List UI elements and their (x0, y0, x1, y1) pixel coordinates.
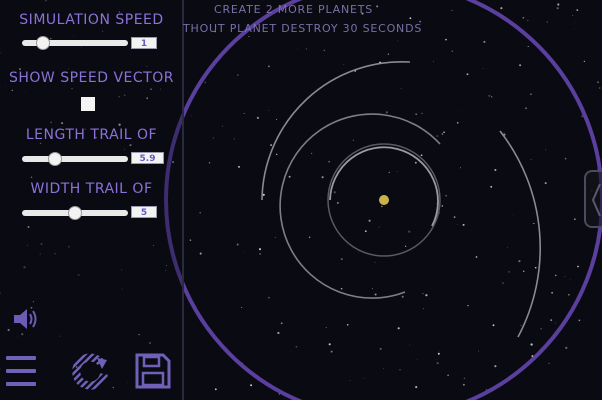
speaker-icon[interactable] (12, 306, 40, 332)
simulation-speed-value[interactable]: 1 (131, 37, 157, 49)
length-trail-label: LENGTH TRAIL OF (25, 127, 158, 143)
chevron-left-icon (591, 183, 601, 217)
show-speed-vector-checkbox[interactable] (81, 97, 95, 111)
control-panel (0, 0, 183, 400)
side-panel-handle[interactable] (584, 170, 602, 228)
show-speed-vector-label: SHOW SPEED VECTOR (9, 70, 174, 86)
hint-line-1: CREATE 2 MORE PLANETS (214, 3, 374, 16)
hint-line-2: THOUT PLANET DESTROY 30 SECONDS (183, 22, 423, 35)
reset-icon[interactable] (72, 352, 110, 390)
orbit-trail-outer (261, 60, 541, 338)
save-icon[interactable] (134, 352, 172, 390)
simulation-speed-label: SIMULATION SPEED (19, 12, 164, 28)
length-trail-thumb[interactable] (48, 152, 62, 166)
orbit-trail-middle (279, 113, 441, 299)
width-trail-thumb[interactable] (68, 206, 82, 220)
width-trail-label: WIDTH TRAIL OF (30, 181, 153, 197)
width-trail-value[interactable]: 5 (131, 206, 157, 218)
sun[interactable] (379, 195, 389, 205)
menu-icon[interactable] (6, 354, 36, 388)
length-trail-value[interactable]: 5.9 (131, 152, 164, 164)
length-trail-slider[interactable] (22, 156, 128, 162)
panel-divider (182, 0, 184, 400)
simulation-speed-thumb[interactable] (36, 36, 50, 50)
